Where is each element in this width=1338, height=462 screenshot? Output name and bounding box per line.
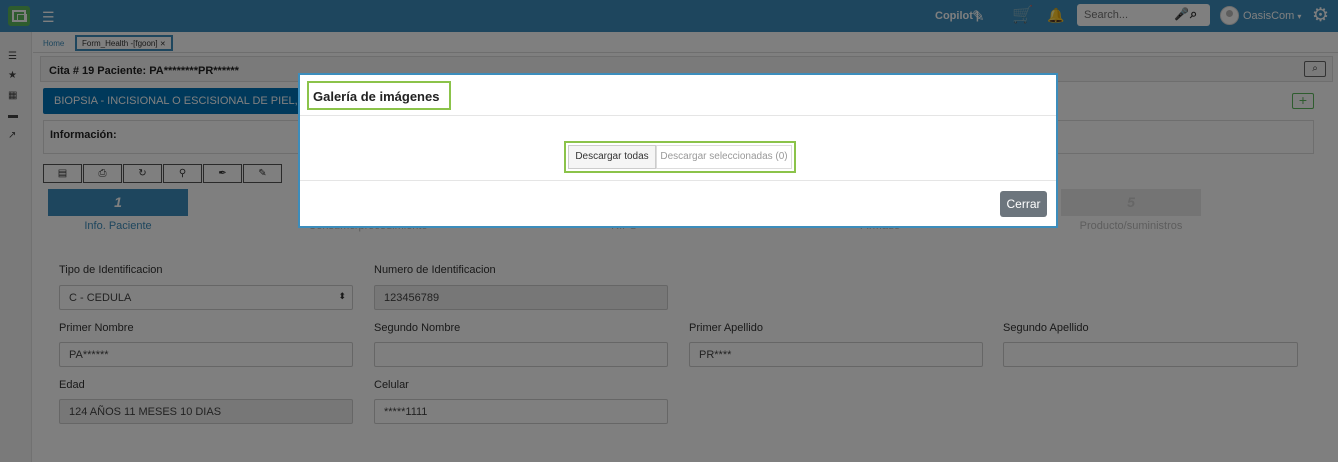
close-button[interactable]: Cerrar <box>1000 191 1047 217</box>
modal-backdrop[interactable] <box>0 0 1338 462</box>
divider <box>300 180 1056 181</box>
image-gallery-modal: Galería de imágenes Descargar todas Desc… <box>298 73 1058 228</box>
divider <box>300 115 1056 116</box>
download-all-button[interactable]: Descargar todas <box>568 145 656 169</box>
download-button-group: Descargar todas Descargar seleccionadas … <box>564 141 796 173</box>
modal-title: Galería de imágenes <box>307 81 451 110</box>
download-selected-button[interactable]: Descargar seleccionadas (0) <box>656 145 792 169</box>
